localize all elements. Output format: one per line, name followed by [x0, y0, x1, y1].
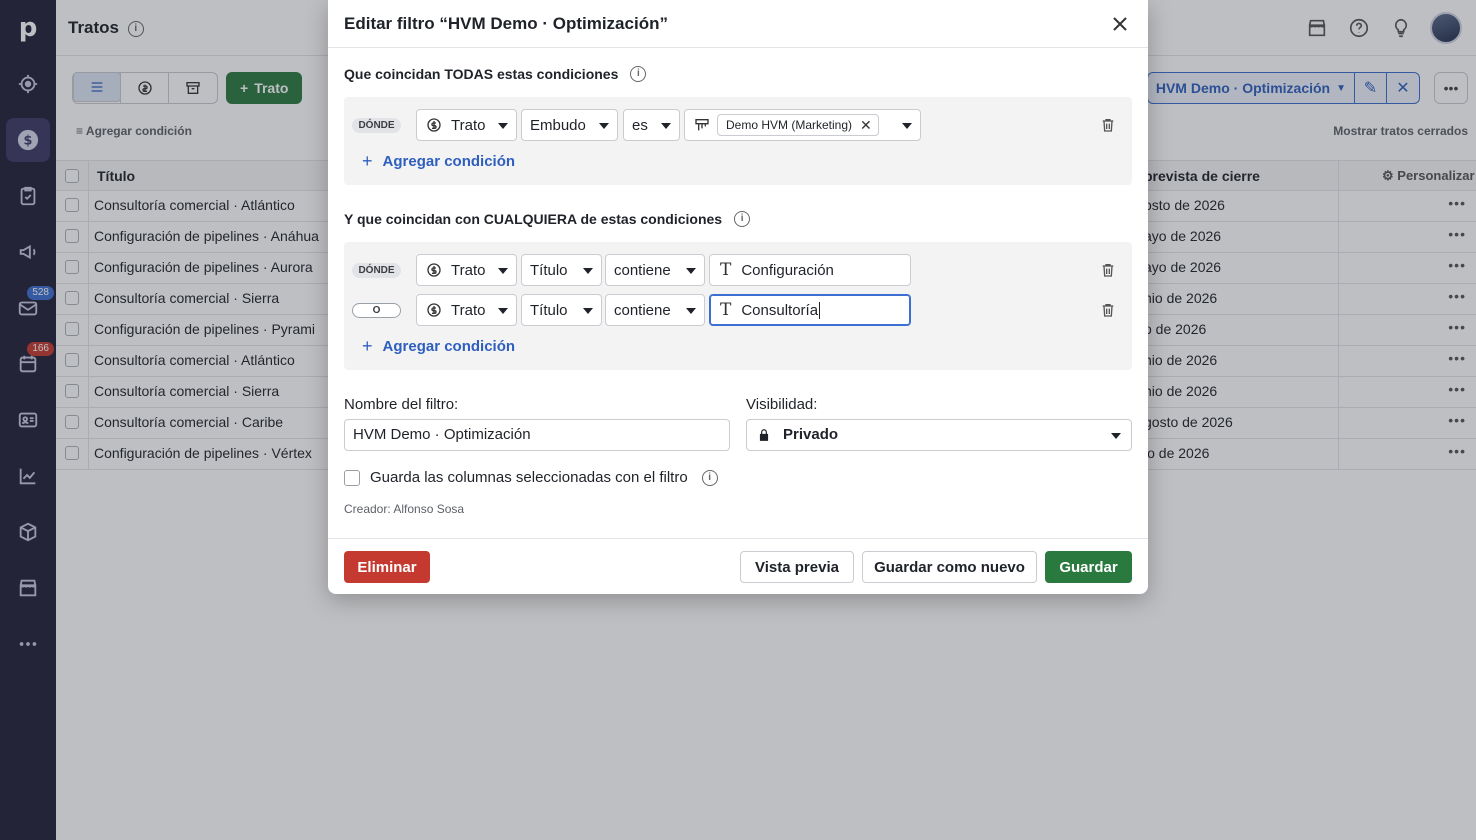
text-type-icon: T [720, 300, 732, 320]
preview-button[interactable]: Vista previa [740, 551, 854, 583]
delete-button[interactable]: Eliminar [344, 551, 430, 583]
condition-row: DÓNDE Trato Embudo es Demo HVM (Marketin… [352, 109, 1132, 141]
creator-text: Creador: Alfonso Sosa [344, 502, 465, 516]
caret-down-icon [498, 123, 508, 129]
any-conditions-box: DÓNDE Trato Título contiene T Configurac… [344, 242, 1132, 370]
save-columns-option: Guarda las columnas seleccionadas con el… [344, 469, 718, 486]
text-type-icon: T [720, 260, 732, 280]
field-value: Embudo [530, 116, 586, 134]
operator-value: contiene [614, 261, 671, 279]
condition-row: DÓNDE Trato Título contiene T Configurac… [352, 254, 1132, 286]
visibility-label: Visibilidad: [746, 396, 818, 413]
value-select[interactable]: Demo HVM (Marketing) ✕ [684, 109, 921, 141]
all-conditions-box: DÓNDE Trato Embudo es Demo HVM (Marketin… [344, 97, 1132, 185]
value-input[interactable]: T Consultoría [709, 294, 911, 326]
all-conditions-title: Que coincidan TODAS estas condiciones i [344, 66, 647, 82]
edit-filter-dialog: Editar filtro “HVM Demo · Optimización” … [328, 0, 1148, 594]
any-conditions-title-text: Y que coincidan con CUALQUIERA de estas … [344, 211, 723, 227]
caret-down-icon [583, 268, 593, 274]
condition-row: O Trato Título contiene T Consultoría [352, 294, 1132, 326]
trash-icon[interactable] [1100, 302, 1116, 318]
caret-down-icon [498, 308, 508, 314]
operator-value: es [632, 116, 648, 134]
caret-down-icon [686, 268, 696, 274]
save-columns-label[interactable]: Guarda las columnas seleccionadas con el… [370, 469, 688, 486]
all-conditions-title-text: Que coincidan TODAS estas condiciones [344, 66, 619, 82]
plus-icon: + [362, 336, 373, 356]
any-conditions-title: Y que coincidan con CUALQUIERA de estas … [344, 211, 751, 227]
close-dialog-button[interactable] [1110, 14, 1130, 34]
value-chip: Demo HVM (Marketing) ✕ [717, 114, 879, 136]
visibility-select[interactable]: Privado [746, 419, 1132, 451]
filter-name-label: Nombre del filtro: [344, 396, 459, 413]
operator-select[interactable]: contiene [605, 294, 705, 326]
where-tag: DÓNDE [352, 118, 401, 133]
visibility-value: Privado [783, 426, 839, 443]
value-text: Configuración [741, 261, 834, 279]
remove-chip-icon[interactable]: ✕ [860, 117, 872, 134]
value-text: Consultoría [741, 301, 819, 319]
operator-select[interactable]: es [623, 109, 680, 141]
text-cursor [819, 301, 821, 319]
or-tag[interactable]: O [352, 303, 401, 318]
dollar-icon [425, 301, 443, 319]
caret-down-icon [686, 308, 696, 314]
entity-value: Trato [451, 301, 486, 319]
dialog-title: Editar filtro “HVM Demo · Optimización” [344, 14, 668, 33]
value-input[interactable]: T Configuración [709, 254, 911, 286]
field-value: Título [530, 261, 568, 279]
save-button[interactable]: Guardar [1045, 551, 1132, 583]
operator-select[interactable]: contiene [605, 254, 705, 286]
entity-select[interactable]: Trato [416, 254, 517, 286]
dialog-footer: Eliminar Vista previa Guardar como nuevo… [328, 538, 1148, 594]
entity-value: Trato [451, 116, 486, 134]
entity-value: Trato [451, 261, 486, 279]
chip-label: Demo HVM (Marketing) [726, 118, 853, 132]
caret-down-icon [902, 123, 912, 129]
save-columns-checkbox[interactable] [344, 469, 360, 486]
dollar-icon [425, 116, 443, 134]
dialog-header: Editar filtro “HVM Demo · Optimización” [328, 0, 1148, 48]
entity-select[interactable]: Trato [416, 109, 517, 141]
field-select[interactable]: Título [521, 254, 602, 286]
caret-down-icon [661, 123, 671, 129]
trash-icon[interactable] [1100, 262, 1116, 278]
caret-down-icon [498, 268, 508, 274]
field-value: Título [530, 301, 568, 319]
add-condition-label: Agregar condición [382, 338, 516, 355]
caret-down-icon [599, 123, 609, 129]
field-select[interactable]: Título [521, 294, 602, 326]
add-condition-label: Agregar condición [382, 153, 516, 170]
pipeline-icon [693, 116, 711, 134]
add-condition-all-button[interactable]: + Agregar condición [362, 151, 515, 172]
info-icon[interactable]: i [701, 469, 718, 486]
field-select[interactable]: Embudo [521, 109, 618, 141]
info-icon[interactable]: i [630, 66, 647, 82]
trash-icon[interactable] [1100, 117, 1116, 133]
add-condition-any-button[interactable]: + Agregar condición [362, 336, 515, 357]
plus-icon: + [362, 151, 373, 171]
operator-value: contiene [614, 301, 671, 319]
caret-down-icon [583, 308, 593, 314]
entity-select[interactable]: Trato [416, 294, 517, 326]
dollar-icon [425, 261, 443, 279]
caret-down-icon [1111, 433, 1121, 439]
save-as-new-button[interactable]: Guardar como nuevo [862, 551, 1037, 583]
info-icon[interactable]: i [734, 211, 751, 227]
filter-name-input[interactable]: HVM Demo · Optimización [344, 419, 730, 451]
close-icon [1113, 17, 1127, 31]
where-tag: DÓNDE [352, 263, 401, 278]
lock-icon [759, 429, 769, 441]
